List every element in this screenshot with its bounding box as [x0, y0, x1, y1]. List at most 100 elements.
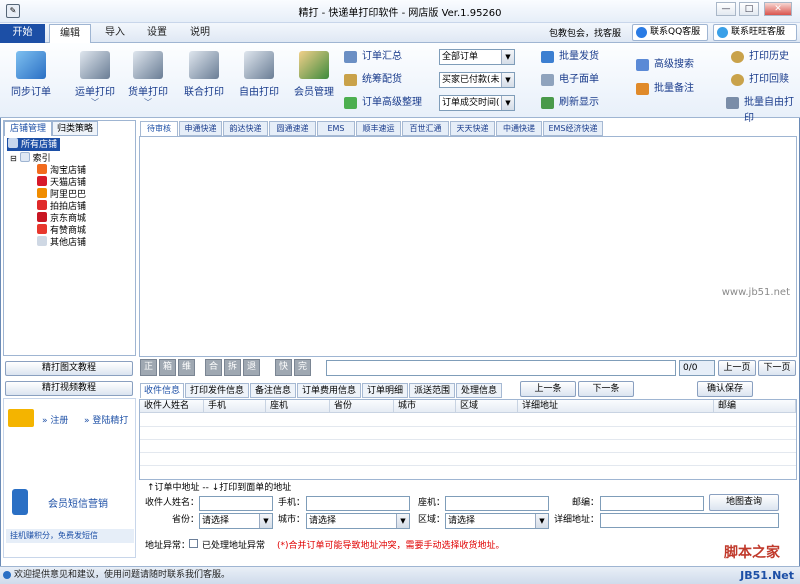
- tool-split-button[interactable]: 拆: [224, 359, 241, 376]
- district-select[interactable]: 请选择 ▼: [445, 513, 549, 529]
- search-input[interactable]: [326, 360, 676, 376]
- adv-search-button[interactable]: 高级搜索: [636, 57, 694, 73]
- tab-ems[interactable]: EMS: [317, 121, 355, 136]
- time-filter-select[interactable]: 订单成交时间( ▼: [439, 95, 515, 111]
- wangwang-service-button[interactable]: 联系旺旺客服: [713, 24, 797, 41]
- confirm-save-button[interactable]: 确认保存: [697, 381, 753, 397]
- batch-free-print-icon: [726, 97, 739, 109]
- map-search-button[interactable]: 地图查询: [709, 494, 779, 511]
- register-link[interactable]: » 注册: [42, 413, 68, 426]
- order-advanced-button[interactable]: 订单高级整理: [344, 95, 422, 111]
- recipient-table[interactable]: 收件人姓名 手机 座机 省份 城市 区域 详细地址 邮编: [139, 399, 797, 480]
- member-mgmt-button[interactable]: 会员管理: [291, 51, 337, 98]
- clock-icon: [731, 51, 744, 63]
- print-history-button[interactable]: 打印历史: [731, 49, 789, 65]
- city-select[interactable]: 请选择 ▼: [306, 513, 410, 529]
- sync-orders-button[interactable]: 同步订单: [8, 51, 54, 98]
- tab-delivery-range[interactable]: 派送范围: [409, 383, 455, 398]
- tool-merge-button[interactable]: 合: [205, 359, 222, 376]
- next-page-button[interactable]: 下一页: [758, 360, 796, 376]
- tool-normal-button[interactable]: 正: [140, 359, 157, 376]
- waybill-dropdown-icon[interactable]: ﹀: [70, 98, 120, 108]
- tab-help[interactable]: 说明: [182, 24, 218, 43]
- batch-note-button[interactable]: 批量备注: [636, 81, 694, 97]
- order-grid[interactable]: www.jb51.net: [139, 136, 797, 357]
- tab-yunda-express[interactable]: 韵达快递: [223, 121, 268, 136]
- goods-print-label: 货单打印: [128, 87, 168, 98]
- phone-field[interactable]: [445, 496, 549, 511]
- zip-field[interactable]: [600, 496, 704, 511]
- tab-order-detail[interactable]: 订单明细: [362, 383, 408, 398]
- tutorial-text-button[interactable]: 精打图文教程: [5, 361, 133, 376]
- free-print-button[interactable]: 自由打印: [236, 51, 282, 98]
- combined-print-button[interactable]: 联合打印: [180, 51, 228, 98]
- payment-filter-select[interactable]: 买家已付款(未 ▼: [439, 72, 515, 88]
- info-icon: [3, 571, 11, 579]
- tool-return-button[interactable]: 退: [243, 359, 260, 376]
- order-summary-button[interactable]: 订单汇总: [344, 49, 402, 65]
- tab-import[interactable]: 导入: [95, 24, 135, 43]
- tab-zto-express[interactable]: 中通快递: [496, 121, 542, 136]
- tab-classify-strategy[interactable]: 归类策略: [52, 121, 98, 136]
- tree-item-other[interactable]: 其他店铺: [37, 236, 86, 249]
- tree-item-label: 京东商城: [50, 214, 87, 224]
- abnormal-checkbox[interactable]: [189, 539, 198, 548]
- batch-ship-icon: [541, 51, 554, 63]
- batch-free-print-button[interactable]: 批量自由打印: [726, 95, 800, 124]
- mobile-field[interactable]: [306, 496, 410, 511]
- detail-address-field[interactable]: [600, 513, 779, 528]
- tree-root[interactable]: 所有店铺: [7, 138, 61, 151]
- waybill-print-button[interactable]: 运单打印 ﹀: [70, 51, 120, 108]
- tab-tiantian-express[interactable]: 天天快递: [450, 121, 495, 136]
- name-field[interactable]: [199, 496, 273, 511]
- tutorial-video-button[interactable]: 精打视频教程: [5, 381, 133, 396]
- collapse-icon[interactable]: ⊟: [10, 154, 17, 163]
- tab-best-express[interactable]: 百世汇通: [402, 121, 449, 136]
- column-header: 城市: [394, 400, 456, 413]
- prev-page-button[interactable]: 上一页: [718, 360, 756, 376]
- goods-print-button[interactable]: 货单打印 ﹀: [125, 51, 171, 108]
- status-bar: 欢迎提供意见和建议，使用问题请随时联系我们客服。 JB51.Net: [0, 566, 800, 584]
- tab-sto-express[interactable]: 申通快递: [179, 121, 222, 136]
- tool-complete-button[interactable]: 完: [294, 359, 311, 376]
- order-filter-select[interactable]: 全部订单 ▼: [439, 49, 515, 65]
- tab-yto-express[interactable]: 圆通速递: [269, 121, 316, 136]
- maximize-button[interactable]: □: [739, 2, 759, 16]
- login-label: 登陆精打: [92, 416, 129, 426]
- tab-recipient-info[interactable]: 收件信息: [140, 383, 184, 398]
- tab-process-info[interactable]: 处理信息: [456, 383, 502, 398]
- close-button[interactable]: ✕: [764, 2, 792, 16]
- tab-shop-management[interactable]: 店铺管理: [4, 121, 52, 136]
- tab-sf-express[interactable]: 顺丰速运: [356, 121, 401, 136]
- tab-edit[interactable]: 编辑: [49, 24, 91, 43]
- print-reprint-button[interactable]: 打印回赎: [731, 72, 789, 88]
- sms-marketing-link[interactable]: 会员短信营销: [48, 495, 108, 510]
- earn-points-link[interactable]: 挂机赚积分，免费发短信: [6, 529, 134, 543]
- province-select[interactable]: 请选择 ▼: [199, 513, 273, 529]
- tab-pending-review[interactable]: 待审核: [140, 121, 178, 136]
- alibaba-icon: [37, 188, 47, 198]
- tool-maintain-button[interactable]: 维: [178, 359, 195, 376]
- next-record-button[interactable]: 下一条: [578, 381, 634, 397]
- tool-express-button[interactable]: 快: [275, 359, 292, 376]
- batch-ship-button[interactable]: 批量发货: [541, 49, 599, 65]
- qq-service-button[interactable]: 联系QQ客服: [632, 24, 708, 41]
- tree-item-label: 有赞商城: [50, 226, 87, 236]
- tab-start[interactable]: 开始: [0, 24, 45, 43]
- tool-box-button[interactable]: 箱: [159, 359, 176, 376]
- phone-label: 座机：: [417, 498, 445, 508]
- tab-sender-info[interactable]: 打印发件信息: [185, 383, 249, 398]
- tab-remark-info[interactable]: 备注信息: [250, 383, 296, 398]
- tab-settings[interactable]: 设置: [139, 24, 175, 43]
- goods-dropdown-icon[interactable]: ﹀: [125, 98, 171, 108]
- e-waybill-button[interactable]: 电子面单: [541, 72, 599, 88]
- login-link[interactable]: » 登陆精打: [84, 413, 128, 426]
- prev-record-button[interactable]: 上一条: [520, 381, 576, 397]
- coord-goods-button[interactable]: 统筹配货: [344, 72, 402, 88]
- coord-goods-label: 统筹配货: [362, 74, 402, 85]
- refresh-button[interactable]: 刷新显示: [541, 95, 599, 111]
- tab-ems-economy[interactable]: EMS经济快递: [543, 121, 603, 136]
- tab-fee-info[interactable]: 订单费用信息: [297, 383, 361, 398]
- minimize-button[interactable]: —: [716, 2, 736, 16]
- free-print-icon: [244, 51, 274, 79]
